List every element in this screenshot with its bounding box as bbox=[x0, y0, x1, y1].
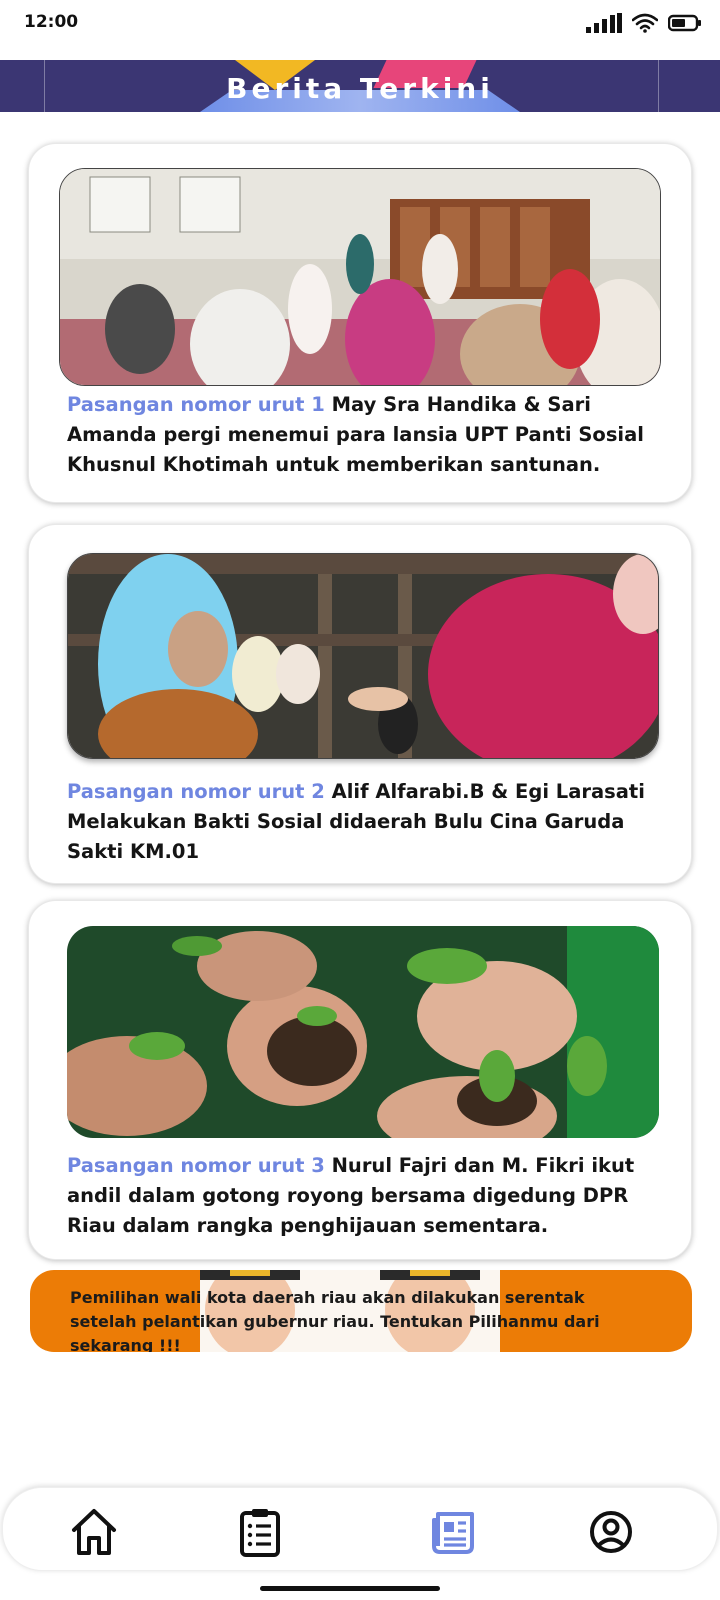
status-bar: 12:00 bbox=[0, 0, 720, 46]
news-text: Pasangan nomor urut 1 May Sra Handika & … bbox=[67, 390, 661, 480]
home-indicator[interactable] bbox=[260, 1586, 440, 1591]
status-time: 12:00 bbox=[24, 12, 79, 32]
user-circle-icon bbox=[590, 1511, 632, 1553]
wifi-icon bbox=[632, 13, 658, 33]
news-card[interactable]: Pasangan nomor urut 2 Alif Alfarabi.B & … bbox=[28, 524, 692, 884]
news-text: Pasangan nomor urut 2 Alif Alfarabi.B & … bbox=[67, 777, 661, 867]
news-text: Pasangan nomor urut 3 Nurul Fajri dan M.… bbox=[67, 1151, 661, 1241]
news-highlight: Pasangan nomor urut 2 bbox=[67, 780, 325, 803]
election-banner[interactable]: Pemilihan wali kota daerah riau akan dil… bbox=[30, 1270, 692, 1352]
photo-hands-seedlings bbox=[67, 926, 659, 1138]
signal-icon bbox=[586, 13, 622, 33]
news-card[interactable]: Pasangan nomor urut 3 Nurul Fajri dan M.… bbox=[28, 900, 692, 1260]
nav-list[interactable] bbox=[234, 1506, 286, 1558]
news-image bbox=[67, 553, 659, 759]
news-image bbox=[67, 926, 659, 1138]
status-icons bbox=[586, 12, 702, 34]
news-highlight: Pasangan nomor urut 3 bbox=[67, 1154, 325, 1177]
news-highlight: Pasangan nomor urut 1 bbox=[67, 393, 325, 416]
page-header: Berita Terkini bbox=[0, 60, 720, 112]
home-icon bbox=[72, 1509, 116, 1555]
page-title: Berita Terkini bbox=[226, 72, 494, 105]
news-card[interactable]: Pasangan nomor urut 1 May Sra Handika & … bbox=[28, 143, 692, 503]
clipboard-list-icon bbox=[240, 1509, 280, 1557]
photo-handing-aid bbox=[68, 554, 658, 758]
bottom-nav bbox=[2, 1487, 718, 1571]
banner-text: Pemilihan wali kota daerah riau akan dil… bbox=[70, 1288, 600, 1352]
news-image bbox=[59, 168, 661, 386]
nav-home[interactable] bbox=[68, 1506, 120, 1558]
nav-profile[interactable] bbox=[585, 1506, 637, 1558]
battery-icon bbox=[668, 14, 701, 32]
newspaper-icon bbox=[432, 1512, 474, 1554]
photo-elderly-gathering bbox=[60, 169, 660, 385]
nav-news[interactable] bbox=[428, 1506, 480, 1558]
